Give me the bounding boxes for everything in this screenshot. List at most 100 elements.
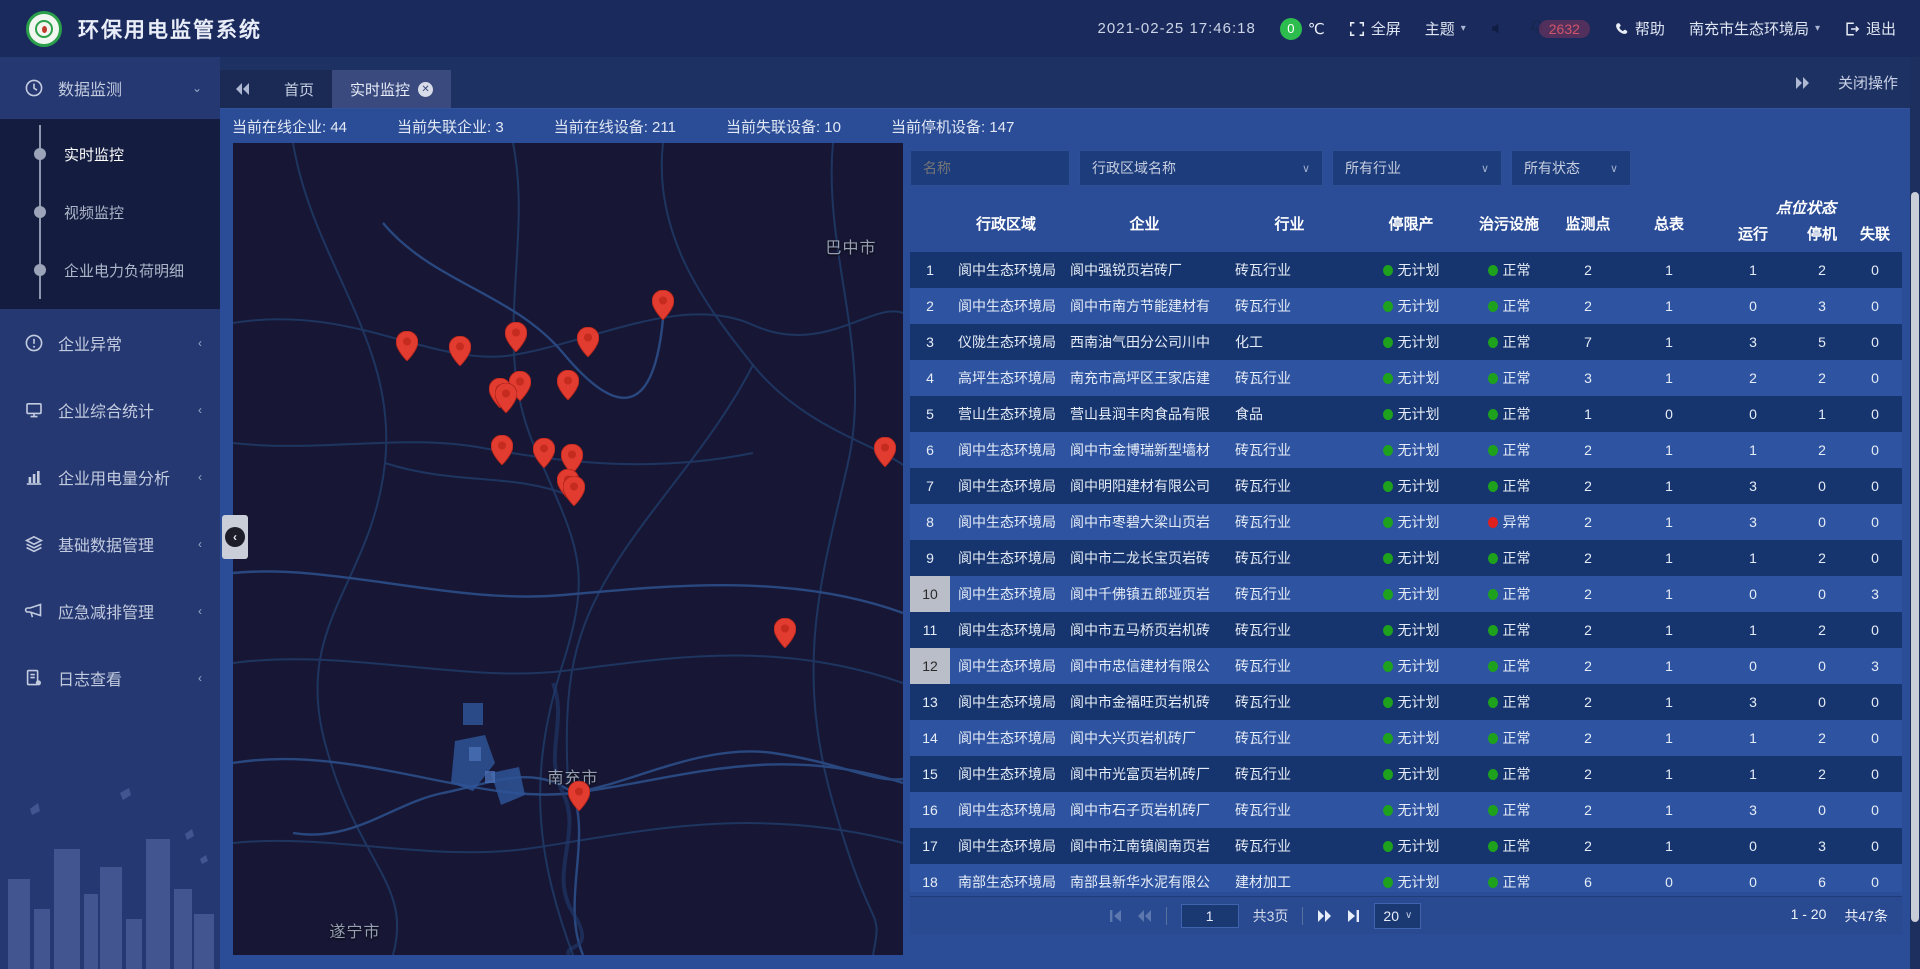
map-marker[interactable] xyxy=(449,336,471,366)
table-row[interactable]: 9 阆中生态环境局 阆中市二龙长宝页岩砖 砖瓦行业 无计划 正常 2 1 1 2… xyxy=(910,540,1902,576)
status-filter-select[interactable]: 所有状态 ∨ xyxy=(1511,150,1631,186)
region-filter-select[interactable]: 行政区域名称 ∨ xyxy=(1079,150,1323,186)
theme-dropdown[interactable]: 主题▾ xyxy=(1425,18,1466,39)
map-marker[interactable] xyxy=(491,435,513,465)
sidebar-item-2[interactable]: 企业异常 ‹ xyxy=(0,309,220,376)
table-row[interactable]: 14 阆中生态环境局 阆中大兴页岩机砖厂 砖瓦行业 无计划 正常 2 1 1 2… xyxy=(910,720,1902,756)
cell-meter: 0 xyxy=(1628,864,1710,892)
cell-run: 1 xyxy=(1710,540,1796,576)
table-panel: 行政区域名称 ∨ 所有行业 ∨ 所有状态 ∨ 行政区域企业行业停限产治污设施监测… xyxy=(910,143,1910,943)
map-marker[interactable] xyxy=(495,383,517,413)
table-row[interactable]: 17 阆中生态环境局 阆中市江南镇阆南页岩 砖瓦行业 无计划 正常 2 1 0 … xyxy=(910,828,1902,864)
map-marker[interactable] xyxy=(774,618,796,648)
help-button[interactable]: 帮助 xyxy=(1614,18,1665,39)
org-dropdown[interactable]: 南充市生态环境局▾ xyxy=(1689,18,1820,39)
industry-filter-select[interactable]: 所有行业 ∨ xyxy=(1332,150,1502,186)
table-row[interactable]: 1 阆中生态环境局 阆中强锐页岩砖厂 砖瓦行业 无计划 正常 2 1 1 2 0 xyxy=(910,252,1902,288)
tab-首页[interactable]: 首页 xyxy=(266,70,332,108)
map-marker[interactable] xyxy=(563,476,585,506)
table-row[interactable]: 5 营山生态环境局 营山县润丰肉食品有限 食品 无计划 正常 1 0 0 1 0 xyxy=(910,396,1902,432)
cell-monitor: 2 xyxy=(1548,432,1628,468)
status-dot-icon xyxy=(1488,625,1498,636)
cell-monitor: 2 xyxy=(1548,720,1628,756)
cell-stop-plan: 无计划 xyxy=(1352,864,1470,892)
cell-lost: 0 xyxy=(1848,864,1902,892)
table-row[interactable]: 18 南部生态环境局 南部县新华水泥有限公 建材加工 无计划 正常 6 0 0 … xyxy=(910,864,1902,892)
table-row[interactable]: 16 阆中生态环境局 阆中市石子页岩机砖厂 砖瓦行业 无计划 正常 2 1 3 … xyxy=(910,792,1902,828)
cell-stopped: 3 xyxy=(1796,288,1848,324)
sidebar-item-4[interactable]: 企业用电量分析 ‹ xyxy=(0,443,220,510)
table-row[interactable]: 12 阆中生态环境局 阆中市忠信建材有限公 砖瓦行业 无计划 正常 2 1 0 … xyxy=(910,648,1902,684)
cell-region: 阆中生态环境局 xyxy=(950,684,1062,720)
map-marker[interactable] xyxy=(557,370,579,400)
map-marker[interactable] xyxy=(568,781,590,811)
cell-industry: 砖瓦行业 xyxy=(1227,828,1352,864)
table-row[interactable]: 11 阆中生态环境局 阆中市五马桥页岩机砖 砖瓦行业 无计划 正常 2 1 1 … xyxy=(910,612,1902,648)
status-dot-icon xyxy=(1488,445,1498,456)
first-page-button[interactable] xyxy=(1109,910,1123,922)
table-row[interactable]: 4 高坪生态环境局 南充市高坪区王家店建 砖瓦行业 无计划 正常 3 1 2 2… xyxy=(910,360,1902,396)
cell-meter: 1 xyxy=(1628,756,1710,792)
cell-facility: 正常 xyxy=(1470,648,1548,684)
cell-stopped: 2 xyxy=(1796,612,1848,648)
tab-scroll-left-button[interactable] xyxy=(220,70,266,108)
table-row[interactable]: 8 阆中生态环境局 阆中市枣碧大梁山页岩 砖瓦行业 无计划 异常 2 1 3 0… xyxy=(910,504,1902,540)
table-row[interactable]: 7 阆中生态环境局 阆中明阳建材有限公司 砖瓦行业 无计划 正常 2 1 3 0… xyxy=(910,468,1902,504)
sidebar-item-3[interactable]: 企业综合统计 ‹ xyxy=(0,376,220,443)
table-row[interactable]: 15 阆中生态环境局 阆中市光富页岩机砖厂 砖瓦行业 无计划 正常 2 1 1 … xyxy=(910,756,1902,792)
page-scrollbar-thumb[interactable] xyxy=(1911,192,1919,922)
close-operations-button[interactable]: 关闭操作 xyxy=(1838,72,1898,93)
logout-button[interactable]: 退出 xyxy=(1844,18,1896,39)
map-marker[interactable] xyxy=(652,290,674,320)
cell-monitor: 2 xyxy=(1548,612,1628,648)
page-scrollbar-track[interactable] xyxy=(1910,57,1920,969)
table-row[interactable]: 3 仪陇生态环境局 西南油气田分公司川中 化工 无计划 正常 7 1 3 5 0 xyxy=(910,324,1902,360)
mute-button[interactable] xyxy=(1490,21,1505,36)
table-header: 行政区域企业行业停限产治污设施监测点总表点位状态运行停机失联 xyxy=(910,194,1902,252)
map-panel[interactable]: 巴中市南充市遂宁市 xyxy=(233,143,903,955)
table-row[interactable]: 6 阆中生态环境局 阆中市金博瑞新型墙材 砖瓦行业 无计划 正常 2 1 1 2… xyxy=(910,432,1902,468)
sidebar-item-6[interactable]: 应急减排管理 ‹ xyxy=(0,577,220,644)
map-marker[interactable] xyxy=(577,327,599,357)
page-size-select[interactable]: 20 ∨ xyxy=(1374,903,1421,929)
submenu-item[interactable]: 视频监控 xyxy=(0,183,220,241)
cell-company: 南充市高坪区王家店建 xyxy=(1062,360,1227,396)
app-title: 环保用电监管系统 xyxy=(78,14,262,44)
map-marker[interactable] xyxy=(396,331,418,361)
notification-button[interactable]: 2632 xyxy=(1529,19,1590,39)
table-row[interactable]: 10 阆中生态环境局 阆中千佛镇五郎垭页岩 砖瓦行业 无计划 正常 2 1 0 … xyxy=(910,576,1902,612)
prev-page-button[interactable] xyxy=(1137,910,1152,922)
submenu-item[interactable]: 企业电力负荷明细 xyxy=(0,241,220,299)
map-marker[interactable] xyxy=(505,322,527,352)
chevron-left-icon: ‹ xyxy=(198,403,202,417)
double-chevron-right-icon[interactable] xyxy=(1796,77,1810,89)
cell-monitor: 2 xyxy=(1548,468,1628,504)
close-icon[interactable]: ✕ xyxy=(418,82,433,97)
cell-meter: 1 xyxy=(1628,288,1710,324)
map-marker[interactable] xyxy=(533,438,555,468)
last-page-button[interactable] xyxy=(1346,910,1360,922)
tab-实时监控[interactable]: 实时监控 ✕ xyxy=(332,70,451,108)
map-marker[interactable] xyxy=(874,437,896,467)
fullscreen-button[interactable]: 全屏 xyxy=(1349,18,1401,39)
cell-stopped: 2 xyxy=(1796,540,1848,576)
status-dot-icon xyxy=(1488,301,1498,312)
name-filter-input[interactable] xyxy=(910,150,1070,186)
cell-industry: 砖瓦行业 xyxy=(1227,756,1352,792)
cell-company: 阆中市二龙长宝页岩砖 xyxy=(1062,540,1227,576)
next-page-button[interactable] xyxy=(1317,910,1332,922)
chevron-down-icon: ∨ xyxy=(1481,162,1489,175)
table-row[interactable]: 13 阆中生态环境局 阆中市金福旺页岩机砖 砖瓦行业 无计划 正常 2 1 3 … xyxy=(910,684,1902,720)
temperature-value: 0 xyxy=(1280,18,1302,40)
cell-stopped: 0 xyxy=(1796,468,1848,504)
submenu-item[interactable]: 实时监控 xyxy=(0,125,220,183)
sidebar-item-1[interactable]: 数据监测 ⌄ xyxy=(0,57,220,119)
cell-monitor: 2 xyxy=(1548,792,1628,828)
sidebar-collapse-handle[interactable]: ‹ xyxy=(222,515,248,559)
table-row[interactable]: 2 阆中生态环境局 阆中市南方节能建材有 砖瓦行业 无计划 正常 2 1 0 3… xyxy=(910,288,1902,324)
sidebar-item-7[interactable]: 日志查看 ‹ xyxy=(0,644,220,711)
sidebar-item-5[interactable]: 基础数据管理 ‹ xyxy=(0,510,220,577)
cell-monitor: 2 xyxy=(1548,684,1628,720)
page-number-input[interactable] xyxy=(1181,904,1239,928)
cell-stop-plan: 无计划 xyxy=(1352,576,1470,612)
